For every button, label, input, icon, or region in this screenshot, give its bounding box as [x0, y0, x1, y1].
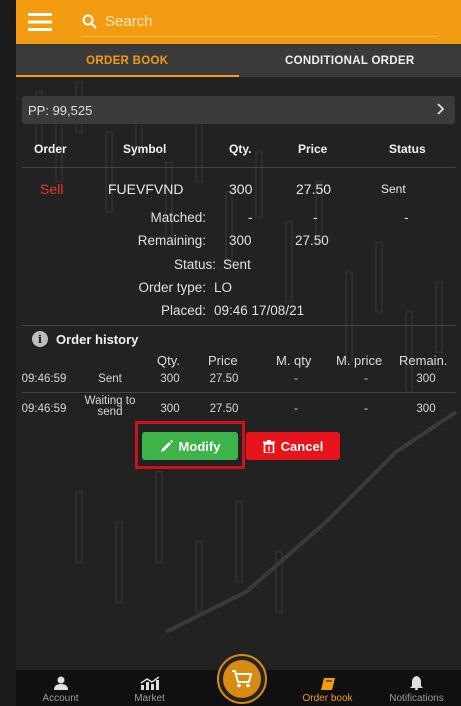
- top-bar: [16, 0, 461, 44]
- person-icon: [53, 676, 68, 690]
- search-box[interactable]: [82, 7, 437, 37]
- history-header-price: Price: [208, 353, 238, 368]
- remaining-label: Remaining:: [137, 233, 206, 248]
- cancel-button[interactable]: Cancel: [246, 432, 340, 460]
- cancel-label: Cancel: [280, 438, 324, 454]
- status-label: Status:: [173, 257, 216, 272]
- tab-conditional-order[interactable]: CONDITIONAL ORDER: [239, 44, 461, 77]
- remaining-qty: 300: [229, 233, 252, 248]
- history-header-remain: Remain.: [399, 353, 448, 368]
- header-symbol: Symbol: [123, 142, 167, 156]
- order-status: Sent: [381, 182, 406, 196]
- nav-notifications-label: Notifications: [389, 693, 444, 704]
- purchasing-power-row[interactable]: PP: 99,525: [22, 96, 455, 124]
- order-history-title: i Order history: [32, 331, 138, 347]
- matched-qty: -: [248, 210, 253, 225]
- history-qty: 300: [160, 403, 180, 415]
- cart-icon: [223, 660, 261, 698]
- order-price: 27.50: [296, 181, 332, 197]
- hamburger-menu-icon[interactable]: [16, 0, 64, 44]
- order-side: Sell: [40, 181, 64, 197]
- order-qty: 300: [229, 181, 253, 197]
- history-divider: [22, 392, 455, 393]
- order-symbol: FUEVFVND: [108, 181, 184, 197]
- nav-order-book[interactable]: Order book: [283, 670, 372, 706]
- nav-market-label: Market: [134, 693, 165, 704]
- matched-label: Matched:: [150, 210, 206, 225]
- history-m-price: -: [364, 403, 368, 415]
- header-qty: Qty.: [229, 142, 252, 156]
- book-icon: [320, 678, 335, 690]
- tab-bar: ORDER BOOK CONDITIONAL ORDER: [16, 44, 461, 77]
- order-table-header: Order Symbol Qty. Price Status: [16, 136, 461, 162]
- history-header-m-qty: M. qty: [276, 353, 312, 368]
- history-m-qty: -: [294, 373, 298, 385]
- search-input[interactable]: [105, 13, 405, 30]
- placed-value: 09:46 17/08/21: [214, 303, 305, 318]
- chevron-right-icon: [437, 102, 445, 118]
- matched-price: -: [313, 210, 318, 225]
- header-divider: [22, 167, 455, 168]
- modify-label: Modify: [178, 438, 221, 454]
- history-remain: 300: [416, 403, 436, 415]
- history-m-qty: -: [294, 403, 298, 415]
- nav-market[interactable]: Market: [105, 670, 194, 706]
- history-remain: 300: [416, 373, 436, 385]
- info-icon: i: [32, 331, 48, 347]
- bell-icon: [410, 676, 423, 690]
- placed-label: Placed:: [160, 303, 206, 318]
- history-time: 09:46:59: [21, 403, 67, 415]
- pencil-icon: [160, 439, 173, 452]
- history-qty: 300: [160, 373, 180, 385]
- details-divider: [22, 325, 455, 326]
- history-status: Waiting to send: [80, 395, 140, 418]
- history-time: 09:46:59: [21, 373, 67, 385]
- history-status-line: send: [97, 406, 123, 418]
- history-status: Sent: [98, 373, 122, 385]
- order-history-label: Order history: [56, 331, 139, 347]
- history-price: 27.50: [209, 403, 239, 415]
- header-price: Price: [298, 142, 328, 156]
- nav-account-label: Account: [42, 693, 79, 704]
- chart-icon: [140, 676, 159, 690]
- search-icon: [82, 14, 97, 29]
- nav-order-book-label: Order book: [302, 693, 353, 704]
- status-value: Sent: [223, 257, 251, 272]
- app-frame: ORDER BOOK CONDITIONAL ORDER PP: 99,525 …: [16, 0, 461, 706]
- header-order: Order: [34, 142, 67, 156]
- modify-button[interactable]: Modify: [142, 432, 238, 460]
- history-m-price: -: [364, 373, 368, 385]
- history-header-qty: Qty.: [157, 353, 180, 368]
- nav-account[interactable]: Account: [16, 670, 105, 706]
- header-status: Status: [389, 142, 426, 156]
- history-price: 27.50: [209, 373, 239, 385]
- tab-order-book[interactable]: ORDER BOOK: [16, 44, 239, 77]
- place-order-button[interactable]: [217, 654, 267, 704]
- remaining-price: 27.50: [295, 233, 329, 248]
- purchasing-power-label: PP: 99,525: [28, 102, 93, 118]
- order-type-label: Order type:: [138, 280, 206, 295]
- order-type-value: LO: [214, 280, 233, 295]
- nav-notifications[interactable]: Notifications: [372, 670, 461, 706]
- history-header-m-price: M. price: [336, 353, 383, 368]
- matched-status: -: [404, 210, 409, 225]
- trash-icon: [262, 439, 275, 453]
